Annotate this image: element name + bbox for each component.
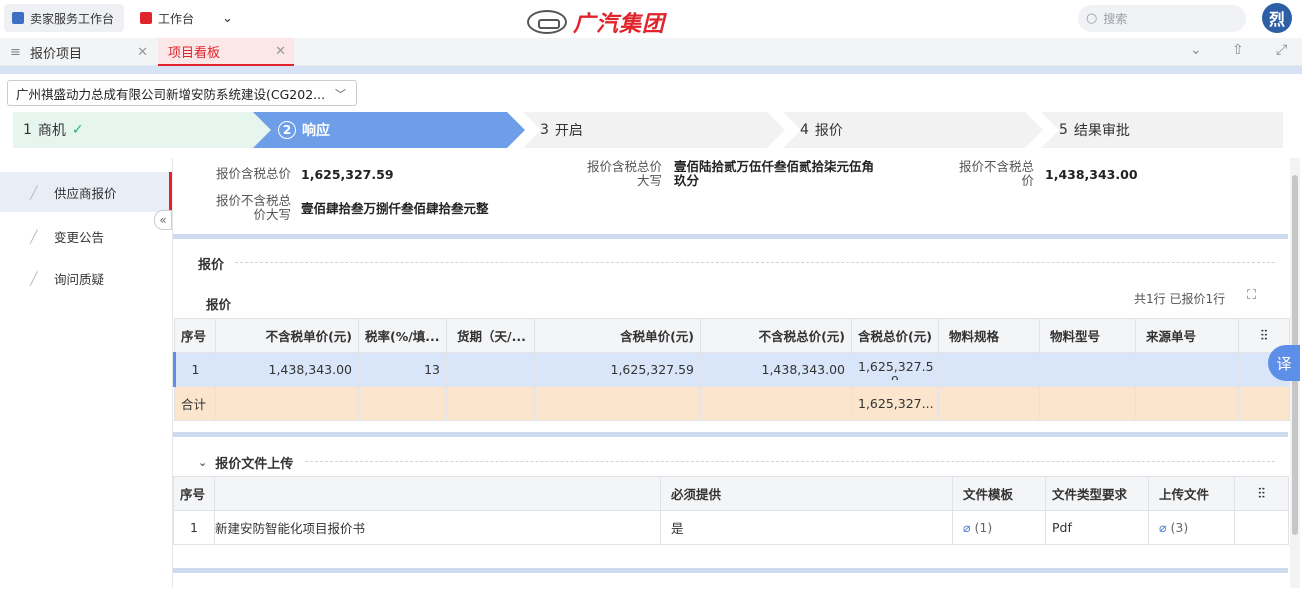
close-icon[interactable]: ✕ — [137, 45, 148, 60]
section-divider — [173, 432, 1288, 437]
seller-workbench-tab[interactable]: 卖家服务工作台 — [4, 4, 124, 32]
paperclip-icon: ⌀ — [1159, 520, 1167, 535]
sidebar-item-change-notice[interactable]: ╱ 变更公告 — [0, 216, 172, 256]
step-response[interactable]: 2 响应 — [278, 112, 330, 148]
sum-row: 合计 1,625,327... — [174, 386, 1290, 421]
upload-table: 序号 必须提供 文件模板 文件类型要求 上传文件 ⫶⫶ 1 新建安防智能化项目报… — [173, 476, 1289, 545]
upload-icon[interactable]: ⇧ — [1232, 42, 1244, 58]
avatar[interactable]: 烈 — [1262, 3, 1292, 33]
notax-total-label: 报价不含税总 价 — [958, 159, 1034, 188]
section-divider — [173, 234, 1288, 239]
collapse-down-icon[interactable]: ⌄ — [1190, 42, 1202, 58]
notax-caps-value: 壹佰肆拾叁万捌仟叁佰肆拾叁元整 — [301, 201, 489, 216]
upload-section-title[interactable]: ⌄ 报价文件上传 — [198, 453, 293, 472]
chevron-down-icon[interactable]: ⌄ — [214, 4, 242, 32]
search-input[interactable]: ○ 搜索 — [1078, 5, 1246, 32]
column-settings-icon[interactable]: ⫶⫶ — [1234, 476, 1289, 511]
check-icon: ✓ — [71, 122, 84, 138]
project-select[interactable]: 广州祺盛动力总成有限公司新增安防系统建设(CG202... ﹀ — [7, 80, 357, 106]
process-steps: 1 商机 ✓ 2 响应 3 开启 4 报价 5 结果审批 — [13, 112, 1283, 148]
workbench-icon — [12, 12, 24, 24]
chevron-down-icon: ⌄ — [198, 456, 208, 469]
notax-caps-label: 报价不含税总 价大写 — [215, 193, 291, 222]
top-bar: 卖家服务工作台 工作台 ⌄ 广汽集团 ○ 搜索 烈 — [0, 0, 1302, 38]
uploaded-file-link[interactable]: ⌀ (3) — [1148, 510, 1235, 545]
paperclip-icon: ⌀ — [963, 520, 971, 535]
gac-emblem — [527, 10, 567, 34]
tax-total-caps-value: 壹佰陆拾贰万伍仟叁佰贰拾柒元伍角 玖分 — [674, 159, 875, 188]
tab-overflow-icon[interactable]: ≡ — [0, 38, 21, 66]
table-header: 序号 不含税单价(元) 税率(%/填... 货期（天/... 含税单价(元) 不… — [174, 318, 1290, 353]
fullscreen-icon[interactable]: ⛶ — [1247, 288, 1256, 303]
tax-total-label: 报价含税总价 — [215, 166, 291, 181]
step-opportunity[interactable]: 1 商机 ✓ — [23, 112, 84, 148]
search-icon: ○ — [1086, 11, 1098, 26]
table-row: 1 新建安防智能化项目报价书 是 ⌀ (1) Pdf ⌀ (3) — [173, 510, 1289, 545]
step-result-approval[interactable]: 5 结果审批 — [1059, 112, 1130, 148]
chevron-down-icon: ﹀ — [335, 88, 346, 101]
workbench-tab[interactable]: 工作台 — [132, 4, 212, 32]
notax-total-value: 1,438,343.00 — [1045, 167, 1138, 182]
translate-button[interactable]: 译 — [1268, 345, 1300, 381]
desk-icon — [140, 12, 152, 24]
collapse-sidebar-button[interactable]: « — [154, 210, 172, 230]
quote-table: 序号 不含税单价(元) 税率(%/填... 货期（天/... 含税单价(元) 不… — [173, 318, 1290, 421]
step-quote[interactable]: 4 报价 — [800, 112, 843, 148]
expand-icon[interactable]: ⤢ — [1276, 42, 1287, 58]
side-nav: ╱ 供应商报价 ╱ 变更公告 ╱ 询问质疑 — [0, 158, 173, 588]
page-tab-bar: ≡ 报价项目 ✕ 项目看板 ✕ ⌄ ⇧ ⤢ — [0, 38, 1302, 66]
step-open[interactable]: 3 开启 — [540, 112, 583, 148]
quote-section-title: 报价 — [198, 258, 225, 273]
close-icon[interactable]: ✕ — [275, 44, 286, 59]
table-row[interactable]: 1 1,438,343.00 13 1,625,327.59 1,438,343… — [173, 352, 1290, 387]
main-content: 报价含税总价 1,625,327.59 报价含税总价 大写 壹佰陆拾贰万伍仟叁佰… — [173, 158, 1290, 588]
table-header: 序号 必须提供 文件模板 文件类型要求 上传文件 ⫶⫶ — [173, 476, 1289, 511]
gac-logo: 广汽集团 — [527, 6, 665, 38]
sidebar-item-inquiry[interactable]: ╱ 询问质疑 — [0, 258, 172, 298]
tax-total-value: 1,625,327.59 — [301, 167, 394, 182]
tab-quote-project[interactable]: 报价项目 ✕ — [20, 38, 156, 66]
tab-quote[interactable]: 报价 — [206, 294, 232, 320]
quote-status-text: 共1行 已报价1行 — [1134, 292, 1226, 306]
template-file-link[interactable]: ⌀ (1) — [952, 510, 1046, 545]
sidebar-item-supplier-quote[interactable]: ╱ 供应商报价 — [0, 172, 172, 212]
tax-total-caps-label: 报价含税总价 大写 — [586, 159, 662, 188]
header-band — [0, 66, 1302, 74]
tab-project-board[interactable]: 项目看板 ✕ — [158, 38, 294, 66]
section-divider — [173, 568, 1288, 573]
